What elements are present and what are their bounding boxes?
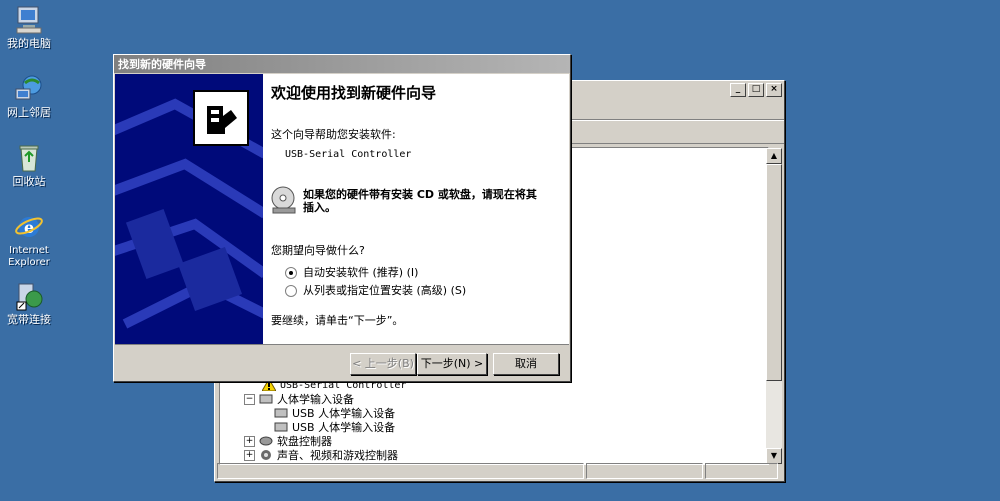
- broadband-connection-icon: [13, 280, 45, 312]
- wizard-button-bar: < 上一步(B) 下一步(N) > 取消: [115, 344, 569, 381]
- tree-item-hid-device[interactable]: USB 人体学输入设备: [274, 406, 395, 420]
- hid-device-icon: [274, 407, 288, 419]
- option-label: 从列表或指定位置安装 (高级) (S): [303, 284, 467, 297]
- hid-device-icon: [274, 421, 288, 433]
- cd-icon: [271, 184, 297, 217]
- scroll-down-arrow[interactable]: ▼: [766, 448, 782, 464]
- option-advanced-install[interactable]: 从列表或指定位置安装 (高级) (S): [285, 282, 466, 298]
- device-name: USB-Serial Controller: [285, 149, 412, 160]
- hid-category-icon: [259, 393, 273, 405]
- back-button[interactable]: < 上一步(B): [350, 353, 416, 375]
- wizard-title: 找到新的硬件向导: [118, 58, 206, 71]
- tree-item-label: 声音、视频和游戏控制器: [277, 449, 398, 462]
- desktop-icon-network[interactable]: 网上邻居: [0, 73, 58, 119]
- radio-advanced-install[interactable]: [285, 285, 297, 297]
- cd-hint: 如果您的硬件带有安装 CD 或软盘，请现在将其插入。: [303, 188, 537, 214]
- vertical-scrollbar[interactable]: ▲ ▼: [766, 148, 782, 464]
- next-button[interactable]: 下一步(N) >: [417, 353, 487, 375]
- wizard-content: 欢迎使用找到新硬件向导 这个向导帮助您安装软件: USB-Serial Cont…: [263, 74, 569, 344]
- close-button[interactable]: ×: [766, 83, 782, 97]
- wizard-question: 您期望向导做什么?: [271, 244, 365, 257]
- tree-item-hid-device[interactable]: USB 人体学输入设备: [274, 420, 395, 434]
- network-icon: [13, 73, 45, 105]
- expand-toggle[interactable]: +: [244, 435, 255, 447]
- expand-toggle[interactable]: +: [244, 449, 255, 461]
- sound-icon: [259, 449, 273, 461]
- desktop-icon-broadband[interactable]: 宽带连接: [0, 280, 58, 326]
- option-auto-install[interactable]: 自动安装软件 (推荐) (I): [285, 264, 418, 280]
- floppy-controller-icon: [259, 435, 273, 447]
- internet-explorer-icon: e: [13, 211, 45, 243]
- status-bar: [217, 463, 780, 479]
- scroll-up-arrow[interactable]: ▲: [766, 148, 782, 164]
- desktop-icon-label: 我的电脑: [7, 37, 51, 50]
- desktop-icon-label: 宽带连接: [7, 313, 51, 326]
- tree-item-sound-video[interactable]: + 声音、视频和游戏控制器: [244, 448, 398, 462]
- found-new-hardware-wizard[interactable]: 找到新的硬件向导 欢迎使用找到新硬件向导 这个向导帮助您安装软件: USB-Se…: [113, 54, 571, 382]
- wizard-banner: [115, 74, 263, 344]
- cancel-button[interactable]: 取消: [493, 353, 559, 375]
- tree-item-floppy-controller[interactable]: + 软盘控制器: [244, 434, 332, 448]
- desktop-icon-my-computer[interactable]: 我的电脑: [0, 4, 58, 50]
- radio-auto-install[interactable]: [285, 267, 297, 279]
- collapse-toggle[interactable]: −: [244, 393, 255, 405]
- desktop-icon-label: 网上邻居: [7, 106, 51, 119]
- desktop-icon-label: Internet Explorer: [8, 245, 50, 268]
- continue-hint: 要继续，请单击“下一步”。: [271, 314, 404, 327]
- recycle-bin-icon: [13, 142, 45, 174]
- desktop-icon-label: 回收站: [12, 175, 46, 188]
- wizard-intro: 这个向导帮助您安装软件:: [271, 128, 396, 141]
- option-label: 自动安装软件 (推荐) (I): [303, 266, 419, 279]
- tree-item-hid[interactable]: − 人体学输入设备: [244, 392, 354, 406]
- desktop-icon-recycle-bin[interactable]: 回收站: [0, 142, 58, 188]
- scroll-thumb[interactable]: [766, 164, 782, 381]
- wizard-titlebar[interactable]: 找到新的硬件向导: [114, 55, 570, 73]
- my-computer-icon: [13, 4, 45, 36]
- desktop-icon-internet-explorer[interactable]: e Internet Explorer: [0, 211, 58, 269]
- wizard-heading: 欢迎使用找到新硬件向导: [271, 84, 437, 102]
- minimize-button[interactable]: _: [730, 83, 746, 97]
- maximize-button[interactable]: □: [748, 83, 764, 97]
- hardware-wizard-icon: [193, 90, 249, 146]
